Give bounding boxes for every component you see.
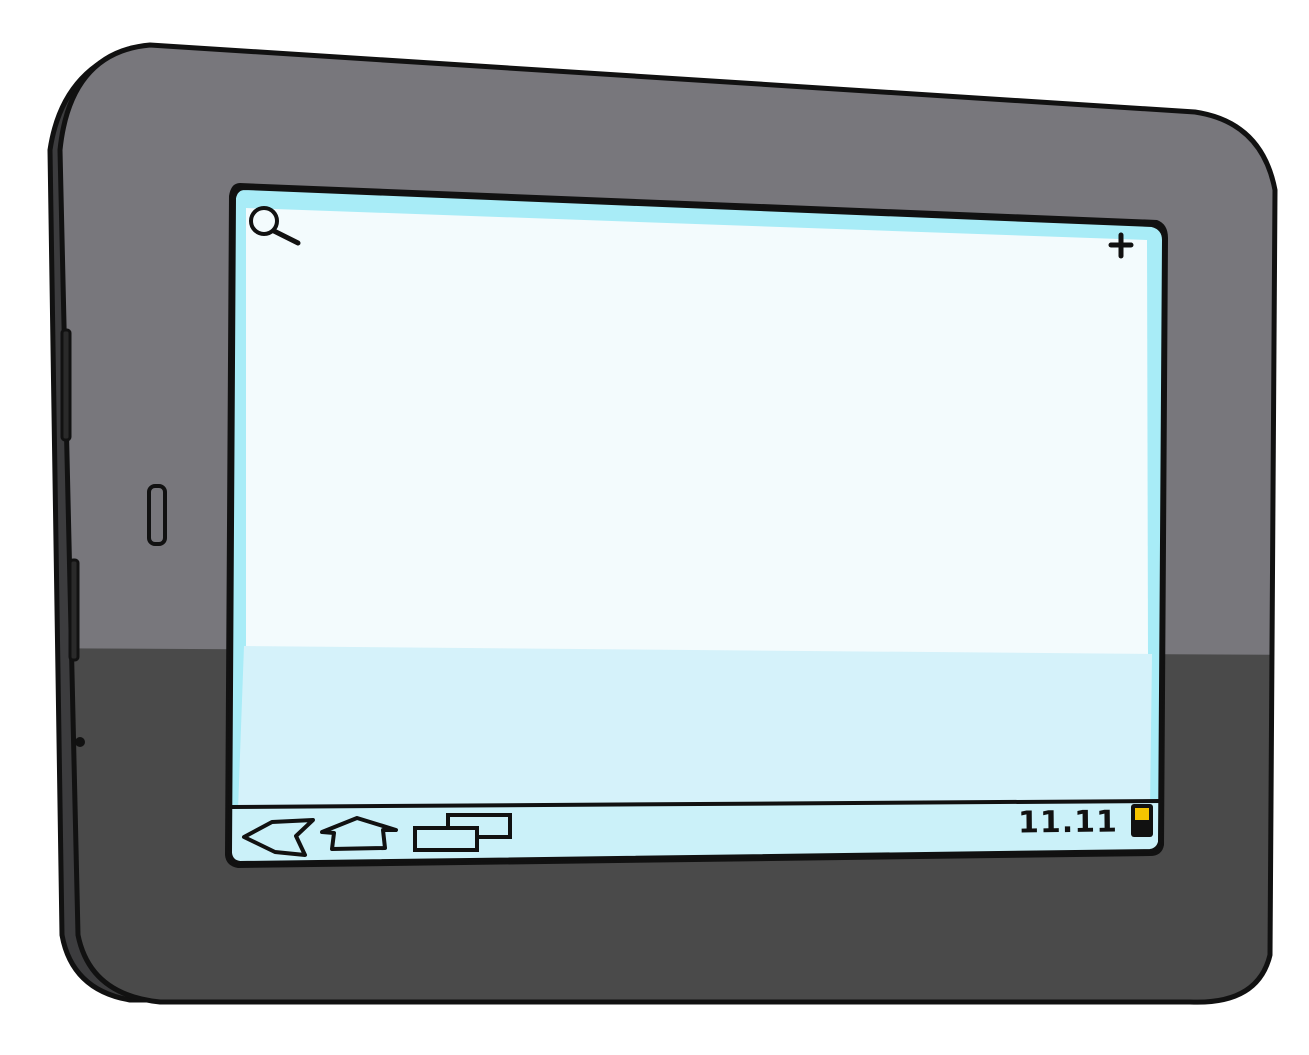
volume-button xyxy=(60,328,72,442)
status-clock: 11.11 xyxy=(1017,804,1119,841)
speaker-slot xyxy=(147,484,167,546)
headphone-jack xyxy=(75,737,85,747)
tablet-illustration: 11.11 xyxy=(0,0,1309,1055)
recent-apps-button[interactable] xyxy=(412,811,514,853)
home-button[interactable] xyxy=(320,813,400,853)
add-button[interactable] xyxy=(1106,230,1136,260)
tablet-device xyxy=(47,42,1278,1005)
back-button[interactable] xyxy=(240,815,318,859)
power-button xyxy=(68,558,80,662)
battery-icon xyxy=(1131,804,1153,837)
search-button[interactable] xyxy=(246,203,302,247)
